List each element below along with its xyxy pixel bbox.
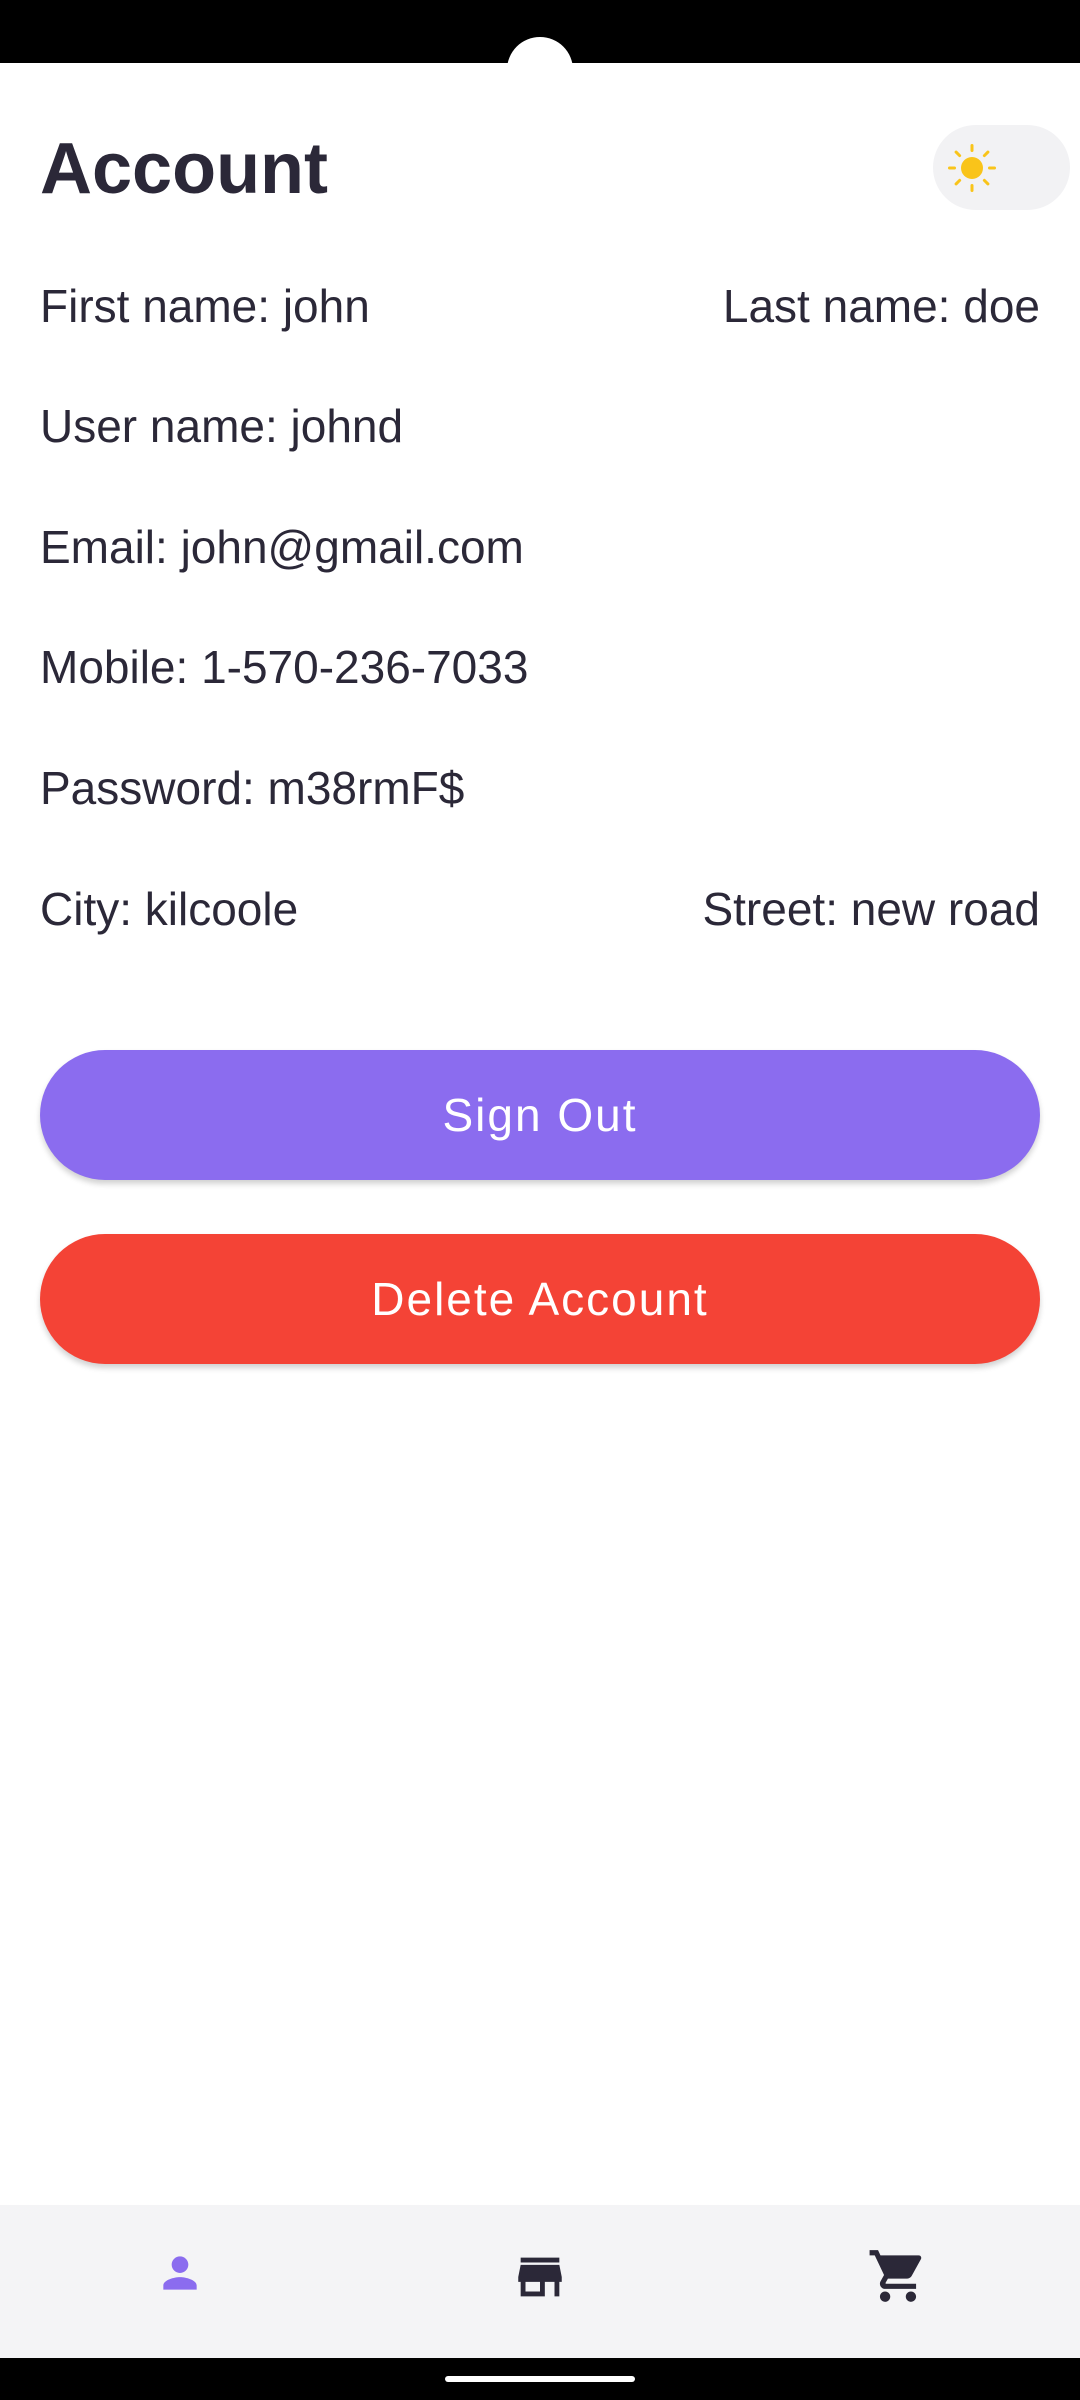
- last-name-text: Last name: doe: [722, 280, 1040, 332]
- home-indicator: [445, 2376, 635, 2382]
- mobile-text: Mobile: 1-570-236-7033: [40, 641, 529, 693]
- camera-cutout: [507, 37, 573, 103]
- bottom-navigation: 4: [0, 2205, 1080, 2358]
- mobile-row: Mobile: 1-570-236-7033: [40, 637, 1040, 697]
- email-row: Email: john@gmail.com: [40, 517, 1040, 577]
- address-row: City: kilcoole Street: new road: [40, 879, 1040, 939]
- sign-out-button[interactable]: Sign Out: [40, 1050, 1040, 1180]
- theme-toggle[interactable]: [933, 125, 1070, 210]
- person-icon: [163, 2256, 197, 2290]
- phone-screen: Account First name: john Last name: doe …: [0, 0, 1080, 2400]
- password-row: Password: m38rmF$: [40, 758, 1040, 818]
- nav-item-store[interactable]: [360, 2205, 720, 2358]
- nav-item-account[interactable]: [0, 2205, 360, 2358]
- nav-item-cart[interactable]: 4: [720, 2205, 1080, 2358]
- page-title: Account: [40, 129, 328, 209]
- store-icon: [518, 2257, 562, 2297]
- password-text: Password: m38rmF$: [40, 762, 465, 814]
- sun-icon: [948, 144, 996, 192]
- user-name-text: User name: johnd: [40, 400, 404, 452]
- username-row: User name: johnd: [40, 396, 1040, 456]
- name-row: First name: john Last name: doe: [40, 276, 1040, 336]
- email-text: Email: john@gmail.com: [40, 521, 524, 573]
- delete-account-button[interactable]: Delete Account: [40, 1234, 1040, 1364]
- street-text: Street: new road: [702, 883, 1040, 935]
- city-text: City: kilcoole: [40, 883, 299, 935]
- cart-icon: [869, 2250, 922, 2302]
- first-name-text: First name: john: [40, 280, 370, 332]
